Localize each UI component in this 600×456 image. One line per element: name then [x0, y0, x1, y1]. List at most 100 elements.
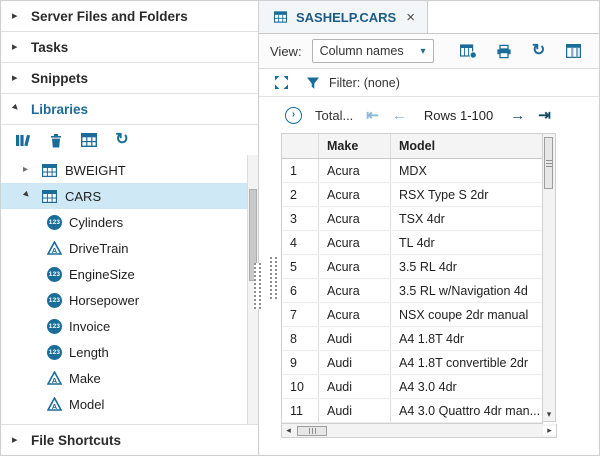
tree-column-horsepower[interactable]: 123 Horsepower: [1, 287, 247, 313]
make-cell[interactable]: Audi: [318, 375, 390, 398]
model-cell[interactable]: A4 1.8T 4dr: [390, 327, 542, 350]
refresh-icon[interactable]: ↻: [530, 42, 548, 60]
table-icon[interactable]: [80, 131, 98, 149]
table-row[interactable]: 9 Audi A4 1.8T convertible 2dr: [282, 351, 542, 375]
make-cell[interactable]: Audi: [318, 399, 390, 422]
row-number-cell[interactable]: 4: [282, 231, 318, 254]
refresh-icon[interactable]: ↻: [113, 131, 131, 149]
close-icon[interactable]: ×: [406, 10, 415, 25]
prev-page-button[interactable]: ←: [392, 108, 407, 123]
sidebar-section-file-shortcuts[interactable]: ▸ File Shortcuts: [1, 424, 258, 455]
model-cell[interactable]: A4 3.0 4dr: [390, 375, 542, 398]
vertical-scrollbar[interactable]: ▾: [543, 133, 556, 422]
row-number-cell[interactable]: 1: [282, 159, 318, 182]
column-header-make[interactable]: Make: [318, 134, 390, 158]
tree-column-enginesize[interactable]: 123 EngineSize: [1, 261, 247, 287]
tree-item-bweight[interactable]: ▸ BWEIGHT: [1, 157, 247, 183]
table-row[interactable]: 1 Acura MDX: [282, 159, 542, 183]
panel-splitter-handle[interactable]: [254, 263, 261, 309]
make-cell[interactable]: Acura: [318, 303, 390, 326]
row-number-cell[interactable]: 10: [282, 375, 318, 398]
filter-icon[interactable]: [304, 74, 322, 92]
make-cell[interactable]: Acura: [318, 231, 390, 254]
model-cell[interactable]: A4 1.8T convertible 2dr: [390, 351, 542, 374]
tree-item-cars[interactable]: ▸ CARS: [1, 183, 247, 209]
table-row[interactable]: 11 Audi A4 3.0 Quattro 4dr man...: [282, 399, 542, 423]
numeric-column-icon: 123: [47, 345, 62, 360]
make-cell[interactable]: Audi: [318, 327, 390, 350]
scroll-right-arrow[interactable]: ▸: [543, 426, 556, 435]
last-page-button[interactable]: ⇥: [538, 108, 551, 123]
filter-label: Filter: (none): [329, 76, 400, 90]
next-page-button[interactable]: →: [510, 108, 525, 123]
tree-column-make[interactable]: A Make: [1, 365, 247, 391]
row-number-cell[interactable]: 2: [282, 183, 318, 206]
model-cell[interactable]: NSX coupe 2dr manual: [390, 303, 542, 326]
column-options-icon[interactable]: [565, 42, 583, 60]
scroll-left-arrow[interactable]: ◂: [282, 426, 295, 435]
model-cell[interactable]: RSX Type S 2dr: [390, 183, 542, 206]
make-cell[interactable]: Audi: [318, 351, 390, 374]
toolbar-icons: ↻: [460, 42, 583, 60]
table-row[interactable]: 8 Audi A4 1.8T 4dr: [282, 327, 542, 351]
row-number-cell[interactable]: 9: [282, 351, 318, 374]
sidebar-section-server-files[interactable]: ▸ Server Files and Folders: [1, 1, 258, 32]
tree-item-label: BWEIGHT: [65, 163, 126, 178]
sidebar-section-tasks[interactable]: ▸ Tasks: [1, 32, 258, 63]
character-column-icon: A: [47, 371, 62, 385]
model-cell[interactable]: 3.5 RL 4dr: [390, 255, 542, 278]
tree-column-cylinders[interactable]: 123 Cylinders: [1, 209, 247, 235]
scroll-down-arrow[interactable]: ▾: [543, 409, 555, 420]
vertical-scrollbar-thumb[interactable]: [544, 137, 553, 189]
table-row[interactable]: 5 Acura 3.5 RL 4dr: [282, 255, 542, 279]
row-number-cell[interactable]: 5: [282, 255, 318, 278]
tree-column-drivetrain[interactable]: A DriveTrain: [1, 235, 247, 261]
table-row[interactable]: 3 Acura TSX 4dr: [282, 207, 542, 231]
make-cell[interactable]: Acura: [318, 159, 390, 182]
new-library-icon[interactable]: [14, 131, 32, 149]
row-number-cell[interactable]: 8: [282, 327, 318, 350]
row-number-cell[interactable]: 6: [282, 279, 318, 302]
horizontal-scrollbar[interactable]: ◂ ▸: [281, 424, 557, 438]
sidebar-section-snippets[interactable]: ▸ Snippets: [1, 63, 258, 94]
table-row[interactable]: 4 Acura TL 4dr: [282, 231, 542, 255]
model-cell[interactable]: 3.5 RL w/Navigation 4d: [390, 279, 542, 302]
character-column-icon: A: [47, 397, 62, 411]
make-cell[interactable]: Acura: [318, 279, 390, 302]
grid-splitter-handle[interactable]: [270, 257, 277, 299]
column-header-model[interactable]: Model: [390, 134, 542, 158]
make-cell[interactable]: Acura: [318, 207, 390, 230]
model-cell[interactable]: MDX: [390, 159, 542, 182]
tab-sashelp-cars[interactable]: SASHELP.CARS ×: [259, 1, 428, 33]
tree-column-length[interactable]: 123 Length: [1, 339, 247, 365]
tree-item-label: DriveTrain: [69, 241, 128, 256]
tab-bar: SASHELP.CARS ×: [259, 1, 599, 34]
table-row[interactable]: 7 Acura NSX coupe 2dr manual: [282, 303, 542, 327]
row-number-header[interactable]: [282, 134, 318, 158]
expand-details-icon[interactable]: ›: [285, 107, 302, 124]
row-number-cell[interactable]: 7: [282, 303, 318, 326]
tree-column-invoice[interactable]: 123 Invoice: [1, 313, 247, 339]
navigation-pane: ▸ Server Files and Folders ▸ Tasks ▸ Sni…: [1, 1, 259, 455]
tree-column-model[interactable]: A Model: [1, 391, 247, 417]
explore-data-icon[interactable]: [460, 42, 478, 60]
delete-icon[interactable]: [47, 131, 65, 149]
print-icon[interactable]: [495, 42, 513, 60]
table-row[interactable]: 6 Acura 3.5 RL w/Navigation 4d: [282, 279, 542, 303]
maximize-icon[interactable]: [272, 74, 290, 92]
table-row[interactable]: 10 Audi A4 3.0 4dr: [282, 375, 542, 399]
model-cell[interactable]: TL 4dr: [390, 231, 542, 254]
sidebar-section-libraries[interactable]: ▸ Libraries: [1, 94, 258, 125]
view-select[interactable]: Column names ▾: [312, 39, 434, 63]
table-row[interactable]: 2 Acura RSX Type S 2dr: [282, 183, 542, 207]
row-number-cell[interactable]: 3: [282, 207, 318, 230]
make-cell[interactable]: Acura: [318, 255, 390, 278]
row-number-cell[interactable]: 11: [282, 399, 318, 422]
horizontal-scrollbar-thumb[interactable]: [297, 426, 327, 436]
table-toolbar: View: Column names ▾ ↻: [259, 34, 599, 69]
first-page-button[interactable]: ⇤: [366, 108, 379, 123]
model-cell[interactable]: TSX 4dr: [390, 207, 542, 230]
model-cell[interactable]: A4 3.0 Quattro 4dr man...: [390, 399, 542, 422]
make-cell[interactable]: Acura: [318, 183, 390, 206]
view-select-value: Column names: [320, 44, 404, 58]
